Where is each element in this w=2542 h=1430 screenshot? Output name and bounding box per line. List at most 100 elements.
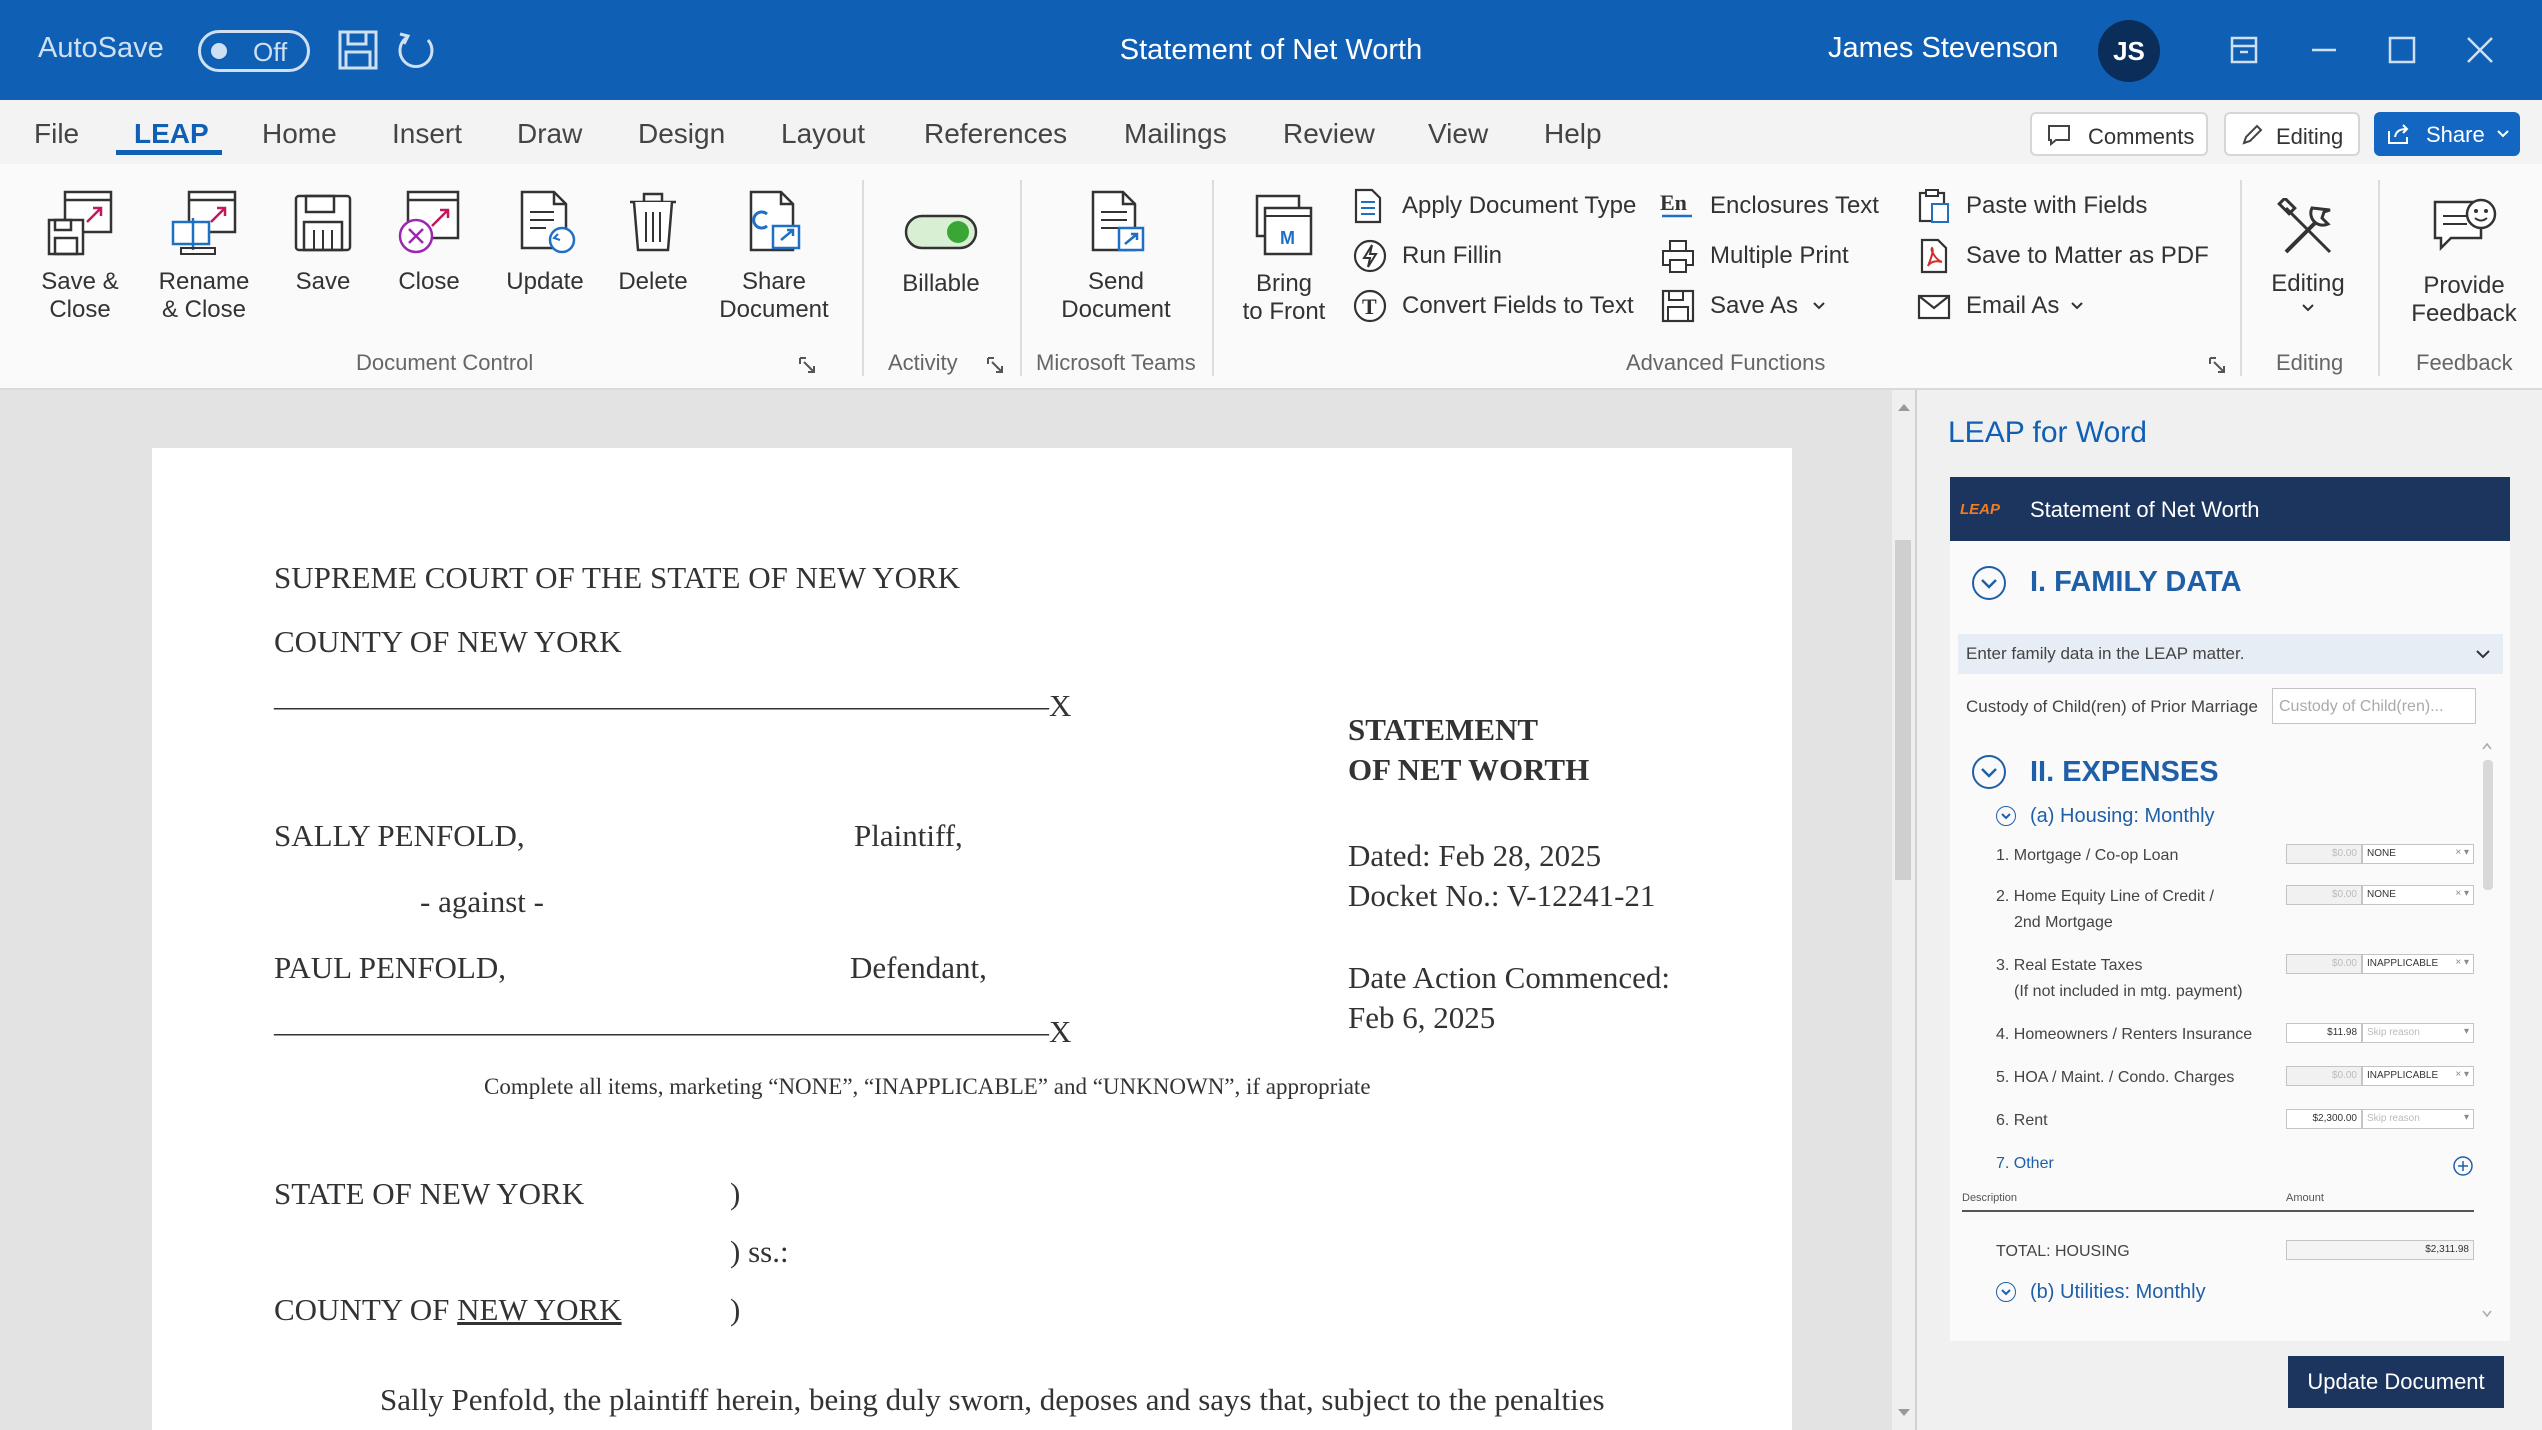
delete-button[interactable]: Delete (608, 186, 698, 296)
add-other-icon[interactable] (2452, 1155, 2474, 1177)
tab-references[interactable]: References (924, 118, 1067, 150)
reason-select-3[interactable]: INAPPLICABLE × ▾ (2362, 954, 2474, 974)
amount-input-1[interactable]: $0.00 (2286, 844, 2362, 864)
utilities-title: (b) Utilities: Monthly (2030, 1281, 2206, 1303)
description-column-header: Description (1962, 1192, 2018, 1204)
scroll-up-icon[interactable] (2482, 742, 2492, 750)
convert-fields-button[interactable]: T Convert Fields to Text (1352, 286, 1642, 326)
document-scroll-thumb[interactable] (1895, 540, 1911, 880)
update-button[interactable]: Update (498, 186, 592, 296)
family-info-bar[interactable]: Enter family data in the LEAP matter. (1958, 634, 2503, 674)
amount-value-4: $11.98 (2327, 1027, 2357, 1038)
reason-select-1[interactable]: NONE × ▾ (2362, 844, 2474, 864)
maximize-icon[interactable] (2376, 24, 2428, 76)
update-document-button[interactable]: Update Document (2288, 1356, 2504, 1408)
group-label-microsoft-teams: Microsoft Teams (1036, 350, 1196, 375)
statement-title-2: OF NET WORTH (1348, 752, 1590, 787)
close-window-icon[interactable] (2454, 24, 2506, 76)
tab-design[interactable]: Design (638, 118, 725, 150)
chevron-down-icon[interactable]: ▾ (2464, 1112, 2469, 1123)
user-name[interactable]: James Stevenson (1828, 32, 2059, 65)
bring-to-front-icon: M (1255, 194, 1313, 256)
close-document-button[interactable]: Close (384, 186, 474, 296)
editing-mode-button[interactable]: Editing (2224, 112, 2360, 156)
run-fillin-button[interactable]: Run Fillin (1352, 236, 1642, 276)
tab-file[interactable]: File (34, 118, 79, 150)
panel-scroll-thumb[interactable] (2483, 760, 2493, 890)
reason-select-2[interactable]: NONE × ▾ (2362, 885, 2474, 905)
amount-input-4[interactable]: $11.98 (2286, 1023, 2362, 1043)
tab-home[interactable]: Home (262, 118, 337, 150)
scroll-down-icon[interactable] (2482, 1310, 2492, 1318)
email-as-button[interactable]: Email As (1916, 286, 2216, 326)
other-link[interactable]: 7. Other (1996, 1155, 2054, 1173)
rename-close-button[interactable]: Rename & Close (148, 186, 260, 324)
chevron-down-icon (2476, 650, 2490, 659)
scroll-up-icon[interactable] (1897, 402, 1911, 412)
custody-input[interactable]: Custody of Child(ren)... (2272, 688, 2476, 724)
dialog-launcher-icon[interactable] (2208, 356, 2228, 376)
housing-title: (a) Housing: Monthly (2030, 805, 2215, 827)
clear-chevron-icon[interactable]: × ▾ (2455, 957, 2469, 968)
share-document-button[interactable]: Share Document (712, 186, 836, 324)
enclosures-text-button[interactable]: En Enclosures Text (1660, 186, 1900, 226)
panel-title: LEAP for Word (1948, 416, 2147, 449)
clear-chevron-icon[interactable]: × ▾ (2455, 847, 2469, 858)
chevron-down-icon[interactable]: ▾ (2464, 1026, 2469, 1037)
clear-chevron-icon[interactable]: × ▾ (2455, 1069, 2469, 1080)
tab-leap[interactable]: LEAP (134, 118, 209, 150)
rename-close-icon (171, 190, 237, 255)
minimize-icon[interactable] (2298, 24, 2350, 76)
chevron-down-icon[interactable] (2496, 128, 2510, 140)
tab-help[interactable]: Help (1544, 118, 1602, 150)
save-to-matter-pdf-button[interactable]: Save to Matter as PDF (1916, 236, 2216, 276)
reason-select-5[interactable]: INAPPLICABLE × ▾ (2362, 1066, 2474, 1086)
chevron-down-icon (2071, 302, 2083, 310)
envelope-icon (1917, 294, 1951, 320)
paste-with-fields-button[interactable]: Paste with Fields (1916, 186, 2216, 226)
comments-button[interactable]: Comments (2030, 112, 2208, 156)
defendant-role: Defendant, (850, 950, 987, 985)
expense-sublabel-3: (If not included in mtg. payment) (2014, 983, 2243, 1000)
ribbon-display-icon[interactable] (2218, 24, 2270, 76)
save-close-button[interactable]: Save & Close (28, 186, 132, 324)
clear-chevron-icon[interactable]: × ▾ (2455, 888, 2469, 899)
tab-layout[interactable]: Layout (781, 118, 865, 150)
share-document-label-2: Document (719, 296, 829, 323)
dialog-launcher-icon[interactable] (986, 356, 1006, 376)
provide-feedback-button[interactable]: Provide Feedback (2400, 194, 2528, 328)
share-button[interactable]: Share (2374, 112, 2520, 156)
editing-button[interactable]: Editing (2256, 198, 2360, 314)
tab-mailings[interactable]: Mailings (1124, 118, 1227, 150)
reason-select-4[interactable]: Skip reason ▾ (2362, 1023, 2474, 1043)
amount-input-3[interactable]: $0.00 (2286, 954, 2362, 974)
expenses-title: II. EXPENSES (2030, 756, 2219, 788)
tab-review[interactable]: Review (1283, 118, 1375, 150)
collapse-family-icon[interactable] (1972, 566, 2006, 600)
amount-input-2[interactable]: $0.00 (2286, 885, 2362, 905)
tab-draw[interactable]: Draw (517, 118, 582, 150)
save-close-icon (47, 190, 113, 256)
send-document-button[interactable]: Send Document (1044, 186, 1188, 324)
bring-to-front-button[interactable]: M Bring to Front (1232, 190, 1336, 326)
avatar[interactable]: JS (2098, 20, 2160, 82)
tab-view[interactable]: View (1428, 118, 1488, 150)
plaintiff-name: SALLY PENFOLD, (274, 818, 525, 853)
amount-input-6[interactable]: $2,300.00 (2286, 1109, 2362, 1129)
scroll-down-icon[interactable] (1897, 1408, 1911, 1418)
commenced-label: Date Action Commenced: (1348, 960, 1670, 995)
run-fillin-label: Run Fillin (1402, 242, 1503, 269)
billable-toggle[interactable]: Billable (886, 212, 996, 298)
dialog-launcher-icon[interactable] (798, 356, 818, 376)
save-as-button[interactable]: Save As (1660, 286, 1900, 326)
amount-input-5[interactable]: $0.00 (2286, 1066, 2362, 1086)
apply-document-type-button[interactable]: Apply Document Type (1352, 186, 1642, 226)
multiple-print-button[interactable]: Multiple Print (1660, 236, 1900, 276)
reason-select-6[interactable]: Skip reason ▾ (2362, 1109, 2474, 1129)
collapse-expenses-icon[interactable] (1972, 755, 2006, 789)
save-button[interactable]: Save (278, 186, 368, 296)
tab-insert[interactable]: Insert (392, 118, 462, 150)
collapse-housing-icon[interactable] (1996, 806, 2016, 826)
collapse-utilities-icon[interactable] (1996, 1282, 2016, 1302)
document-page[interactable]: SUPREME COURT OF THE STATE OF NEW YORK C… (152, 448, 1792, 1430)
